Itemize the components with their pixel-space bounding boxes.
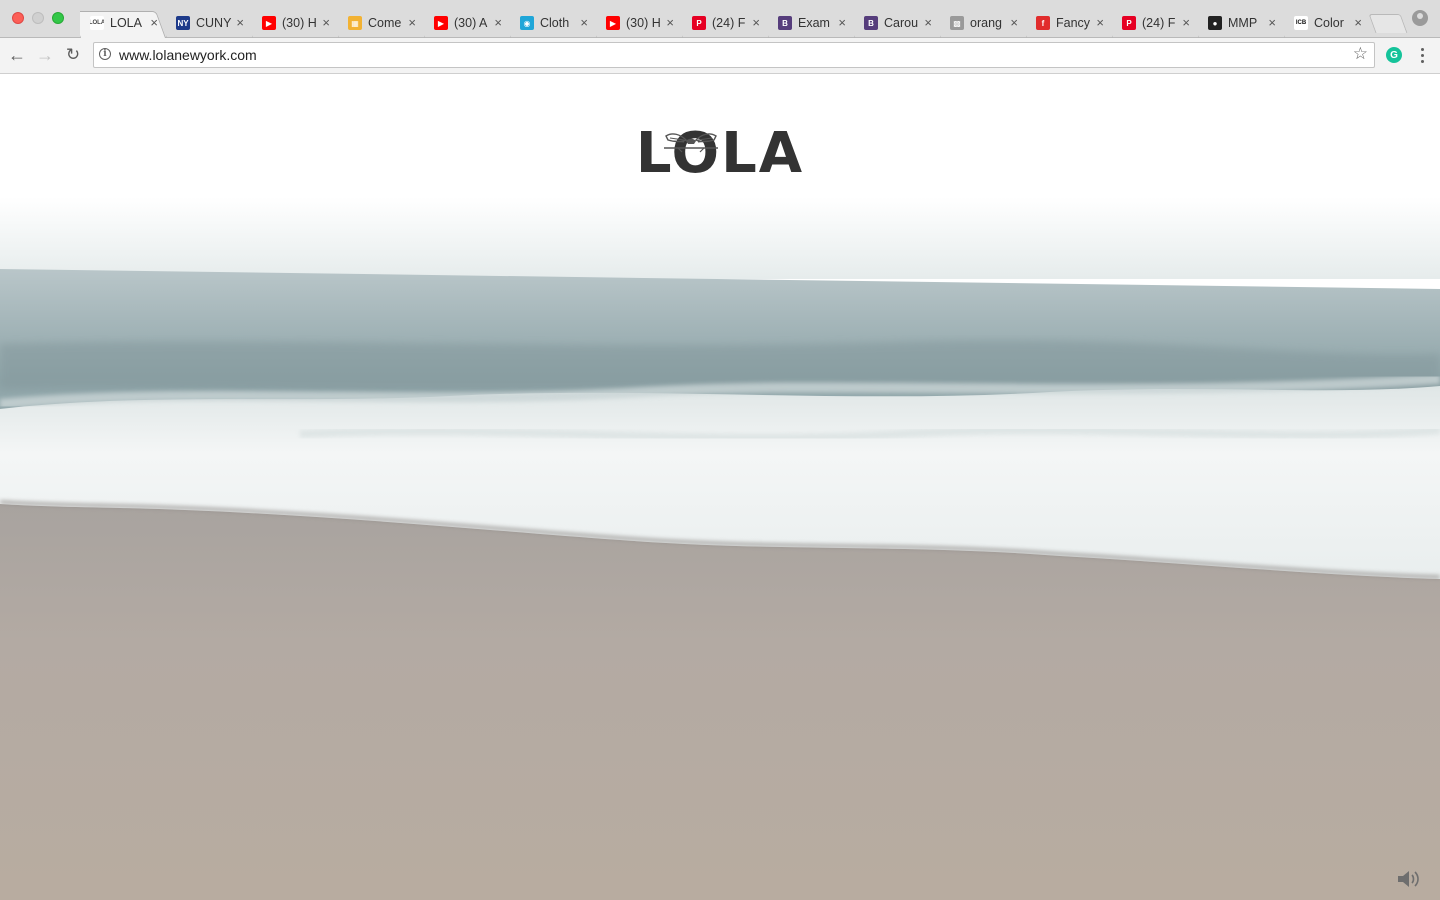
tab-close-icon[interactable]: × xyxy=(322,15,330,30)
tab-favicon-icon: ▶ xyxy=(606,16,620,30)
browser-tab[interactable]: ● MMP × xyxy=(1198,8,1284,38)
tab-close-icon[interactable]: × xyxy=(924,15,932,30)
reload-button[interactable]: ↻ xyxy=(62,44,84,66)
tab-favicon-icon: ▶ xyxy=(262,16,276,30)
tab-favicon-icon: ◉ xyxy=(520,16,534,30)
tab-title: CUNY xyxy=(196,16,232,30)
browser-tab[interactable]: ▶ (30) H × xyxy=(252,8,338,38)
browser-tab[interactable]: P (24) F × xyxy=(1112,8,1198,38)
tab-title: (30) H xyxy=(282,16,317,30)
tab-close-icon[interactable]: × xyxy=(150,15,158,30)
browser-tab[interactable]: ▶ (30) H × xyxy=(596,8,682,38)
browser-window: LOLA LOLA × NY CUNY × ▶ (30) H × ▦ Come × ▶ (30) A × ◉ C… xyxy=(0,0,1440,900)
url-input[interactable] xyxy=(119,43,1319,67)
lola-logo[interactable]: LOLA xyxy=(0,126,1440,182)
beach-video-background xyxy=(0,74,1440,900)
window-maximize-button[interactable] xyxy=(52,12,64,24)
page-content: LOLA xyxy=(0,74,1440,900)
tab-favicon-icon: ▩ xyxy=(950,16,964,30)
tab-close-icon[interactable]: × xyxy=(580,15,588,30)
tab-favicon-icon: ICB xyxy=(1294,16,1308,30)
tab-favicon-icon: B xyxy=(864,16,878,30)
browser-tab[interactable]: ▦ Come × xyxy=(338,8,424,38)
tab-close-icon[interactable]: × xyxy=(408,15,416,30)
site-info-icon[interactable]: i xyxy=(99,48,111,60)
tab-close-icon[interactable]: × xyxy=(1354,15,1362,30)
tab-title: Come xyxy=(368,16,402,30)
tab-favicon-icon: f xyxy=(1036,16,1050,30)
tab-title: Carou xyxy=(884,16,919,30)
tab-title: Exam xyxy=(798,16,830,30)
browser-tab[interactable]: f Fancy × xyxy=(1026,8,1112,38)
tab-title: Cloth xyxy=(540,16,570,30)
back-button[interactable]: ← xyxy=(6,44,28,66)
bookmark-star-icon[interactable]: ☆ xyxy=(1353,44,1368,64)
tab-favicon-icon: NY xyxy=(176,16,190,30)
tab-title: orang xyxy=(970,16,1002,30)
tab-title: Fancy xyxy=(1056,16,1091,30)
tab-favicon-icon: P xyxy=(692,16,706,30)
browser-tab[interactable]: ICB Color × xyxy=(1284,8,1370,38)
tab-close-icon[interactable]: × xyxy=(838,15,846,30)
browser-tab[interactable]: P (24) F × xyxy=(682,8,768,38)
profile-icon[interactable] xyxy=(1412,10,1428,26)
tab-title: Color xyxy=(1314,16,1344,30)
tab-strip: LOLA LOLA × NY CUNY × ▶ (30) H × ▦ Come × ▶ (30) A × ◉ C… xyxy=(0,0,1440,38)
tab-close-icon[interactable]: × xyxy=(752,15,760,30)
browser-tab[interactable]: ▩ orang × xyxy=(940,8,1026,38)
window-minimize-button[interactable] xyxy=(32,12,44,24)
browser-tab[interactable]: ◉ Cloth × xyxy=(510,8,596,38)
browser-tab[interactable]: ▶ (30) A × xyxy=(424,8,510,38)
tab-favicon-icon: P xyxy=(1122,16,1136,30)
winged-crest-icon xyxy=(664,133,718,153)
tab-close-icon[interactable]: × xyxy=(1010,15,1018,30)
tab-close-icon[interactable]: × xyxy=(494,15,502,30)
volume-speaker-icon[interactable] xyxy=(1396,868,1422,890)
browser-tab[interactable]: NY CUNY × xyxy=(166,8,252,38)
tab-title: (24) F xyxy=(712,16,746,30)
tab-favicon-icon: ● xyxy=(1208,16,1222,30)
tab-close-icon[interactable]: × xyxy=(1182,15,1190,30)
browser-tab[interactable]: LOLA LOLA × xyxy=(80,8,166,38)
window-close-button[interactable] xyxy=(12,12,24,24)
tab-title: LOLA xyxy=(110,16,142,30)
browser-tab[interactable]: B Carou × xyxy=(854,8,940,38)
tab-close-icon[interactable]: × xyxy=(236,15,244,30)
tab-favicon-icon: B xyxy=(778,16,792,30)
tab-favicon-icon: ▦ xyxy=(348,16,362,30)
tab-title: (30) A xyxy=(454,16,488,30)
forward-button[interactable]: → xyxy=(34,44,56,66)
tab-title: MMP xyxy=(1228,16,1258,30)
grammarly-extension-icon[interactable]: G xyxy=(1386,47,1402,63)
tab-favicon-icon: LOLA xyxy=(90,16,104,30)
tab-title: (30) H xyxy=(626,16,661,30)
tab-favicon-icon: ▶ xyxy=(434,16,448,30)
browser-toolbar: ← → ↻ i ☆ G xyxy=(0,38,1440,74)
browser-tab[interactable]: B Exam × xyxy=(768,8,854,38)
tab-close-icon[interactable]: × xyxy=(666,15,674,30)
address-bar[interactable]: i ☆ xyxy=(93,42,1375,68)
tab-close-icon[interactable]: × xyxy=(1096,15,1104,30)
tab-title: (24) F xyxy=(1142,16,1176,30)
browser-menu-icon[interactable] xyxy=(1414,45,1430,65)
tab-close-icon[interactable]: × xyxy=(1268,15,1276,30)
new-tab-button[interactable] xyxy=(1368,14,1408,33)
